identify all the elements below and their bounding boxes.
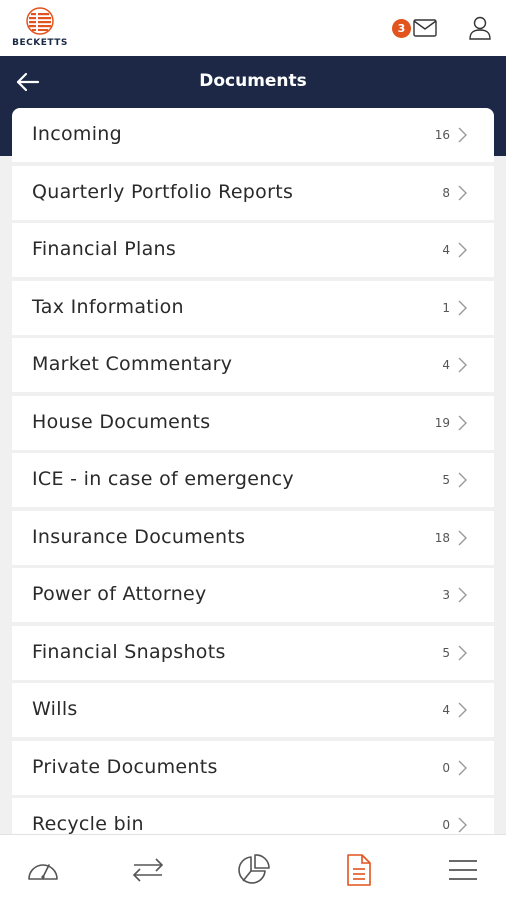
folder-label: Insurance Documents	[32, 525, 246, 548]
folder-label: Quarterly Portfolio Reports	[32, 180, 294, 203]
chevron-right-icon	[458, 300, 467, 315]
folder-label: Market Commentary	[32, 353, 233, 375]
folder-count: 8	[442, 185, 450, 200]
chevron-right-icon	[458, 415, 467, 430]
folder-row-power-of-attorney[interactable]: Power of Attorney 3	[12, 568, 494, 622]
folder-count: 19	[434, 415, 450, 430]
unread-badge: 3	[392, 19, 411, 38]
dashboard-gauge-icon[interactable]	[25, 853, 61, 887]
page-title: Documents	[199, 71, 307, 91]
hamburger-menu-icon[interactable]	[445, 853, 481, 887]
messages-button[interactable]: 3	[392, 14, 440, 42]
chevron-right-icon	[458, 760, 467, 775]
chevron-right-icon	[458, 357, 467, 373]
becketts-logo-icon	[26, 7, 54, 35]
chevron-right-icon	[458, 702, 467, 718]
folder-row-wills[interactable]: Wills 4	[12, 683, 494, 737]
folder-row-private-documents[interactable]: Private Documents 0	[12, 740, 494, 795]
folder-count: 4	[442, 703, 450, 717]
chevron-right-icon	[458, 587, 467, 603]
folder-row-house-documents[interactable]: House Documents 19	[12, 395, 494, 450]
folder-label: Financial Plans	[32, 238, 177, 260]
folder-count: 3	[442, 588, 450, 602]
folder-label: Incoming	[32, 123, 123, 145]
folder-row-market-commentary[interactable]: Market Commentary 4	[12, 338, 494, 392]
folder-count: 18	[434, 530, 450, 545]
envelope-icon	[413, 19, 437, 37]
chevron-right-icon	[458, 472, 467, 488]
chevron-right-icon	[458, 817, 467, 833]
folder-label: Financial Snapshots	[32, 640, 226, 663]
folder-label: ICE - in case of emergency	[32, 468, 294, 490]
pie-chart-icon[interactable]	[235, 853, 271, 887]
folder-list: Incoming 16 Quarterly Portfolio Reports …	[12, 108, 494, 856]
bottom-nav	[0, 834, 506, 900]
folder-row-ice[interactable]: ICE - in case of emergency 5	[12, 453, 494, 507]
brand-logo[interactable]: BECKETTS	[8, 7, 72, 51]
folder-label: Private Documents	[32, 755, 218, 778]
chevron-right-icon	[458, 645, 467, 660]
transfer-arrows-icon[interactable]	[130, 853, 166, 887]
folder-label: Wills	[32, 698, 78, 720]
folder-row-incoming[interactable]: Incoming 16	[12, 108, 494, 162]
folder-label: Power of Attorney	[32, 583, 207, 605]
folder-count: 16	[434, 128, 450, 142]
folder-row-insurance-documents[interactable]: Insurance Documents 18	[12, 510, 494, 565]
chevron-right-icon	[458, 127, 467, 143]
folder-count: 0	[442, 818, 450, 832]
folder-count: 4	[442, 358, 450, 372]
folder-row-financial-snapshots[interactable]: Financial Snapshots 5	[12, 625, 494, 680]
user-icon[interactable]	[466, 14, 494, 42]
folder-row-tax-information[interactable]: Tax Information 1	[12, 280, 494, 335]
chevron-right-icon	[458, 242, 467, 258]
folder-count: 5	[442, 645, 450, 660]
folder-label: Recycle bin	[32, 813, 144, 835]
folder-count: 4	[442, 243, 450, 257]
folder-row-financial-plans[interactable]: Financial Plans 4	[12, 223, 494, 277]
folder-count: 1	[442, 300, 450, 315]
top-bar: BECKETTS 3	[0, 0, 506, 56]
chevron-right-icon	[458, 185, 467, 200]
folder-count: 5	[442, 473, 450, 487]
folder-label: House Documents	[32, 410, 211, 433]
folder-label: Tax Information	[32, 295, 184, 318]
document-icon[interactable]	[340, 853, 376, 887]
folder-count: 0	[442, 760, 450, 775]
folder-row-quarterly-portfolio-reports[interactable]: Quarterly Portfolio Reports 8	[12, 165, 494, 220]
brand-name: BECKETTS	[12, 38, 68, 48]
chevron-right-icon	[458, 530, 467, 545]
